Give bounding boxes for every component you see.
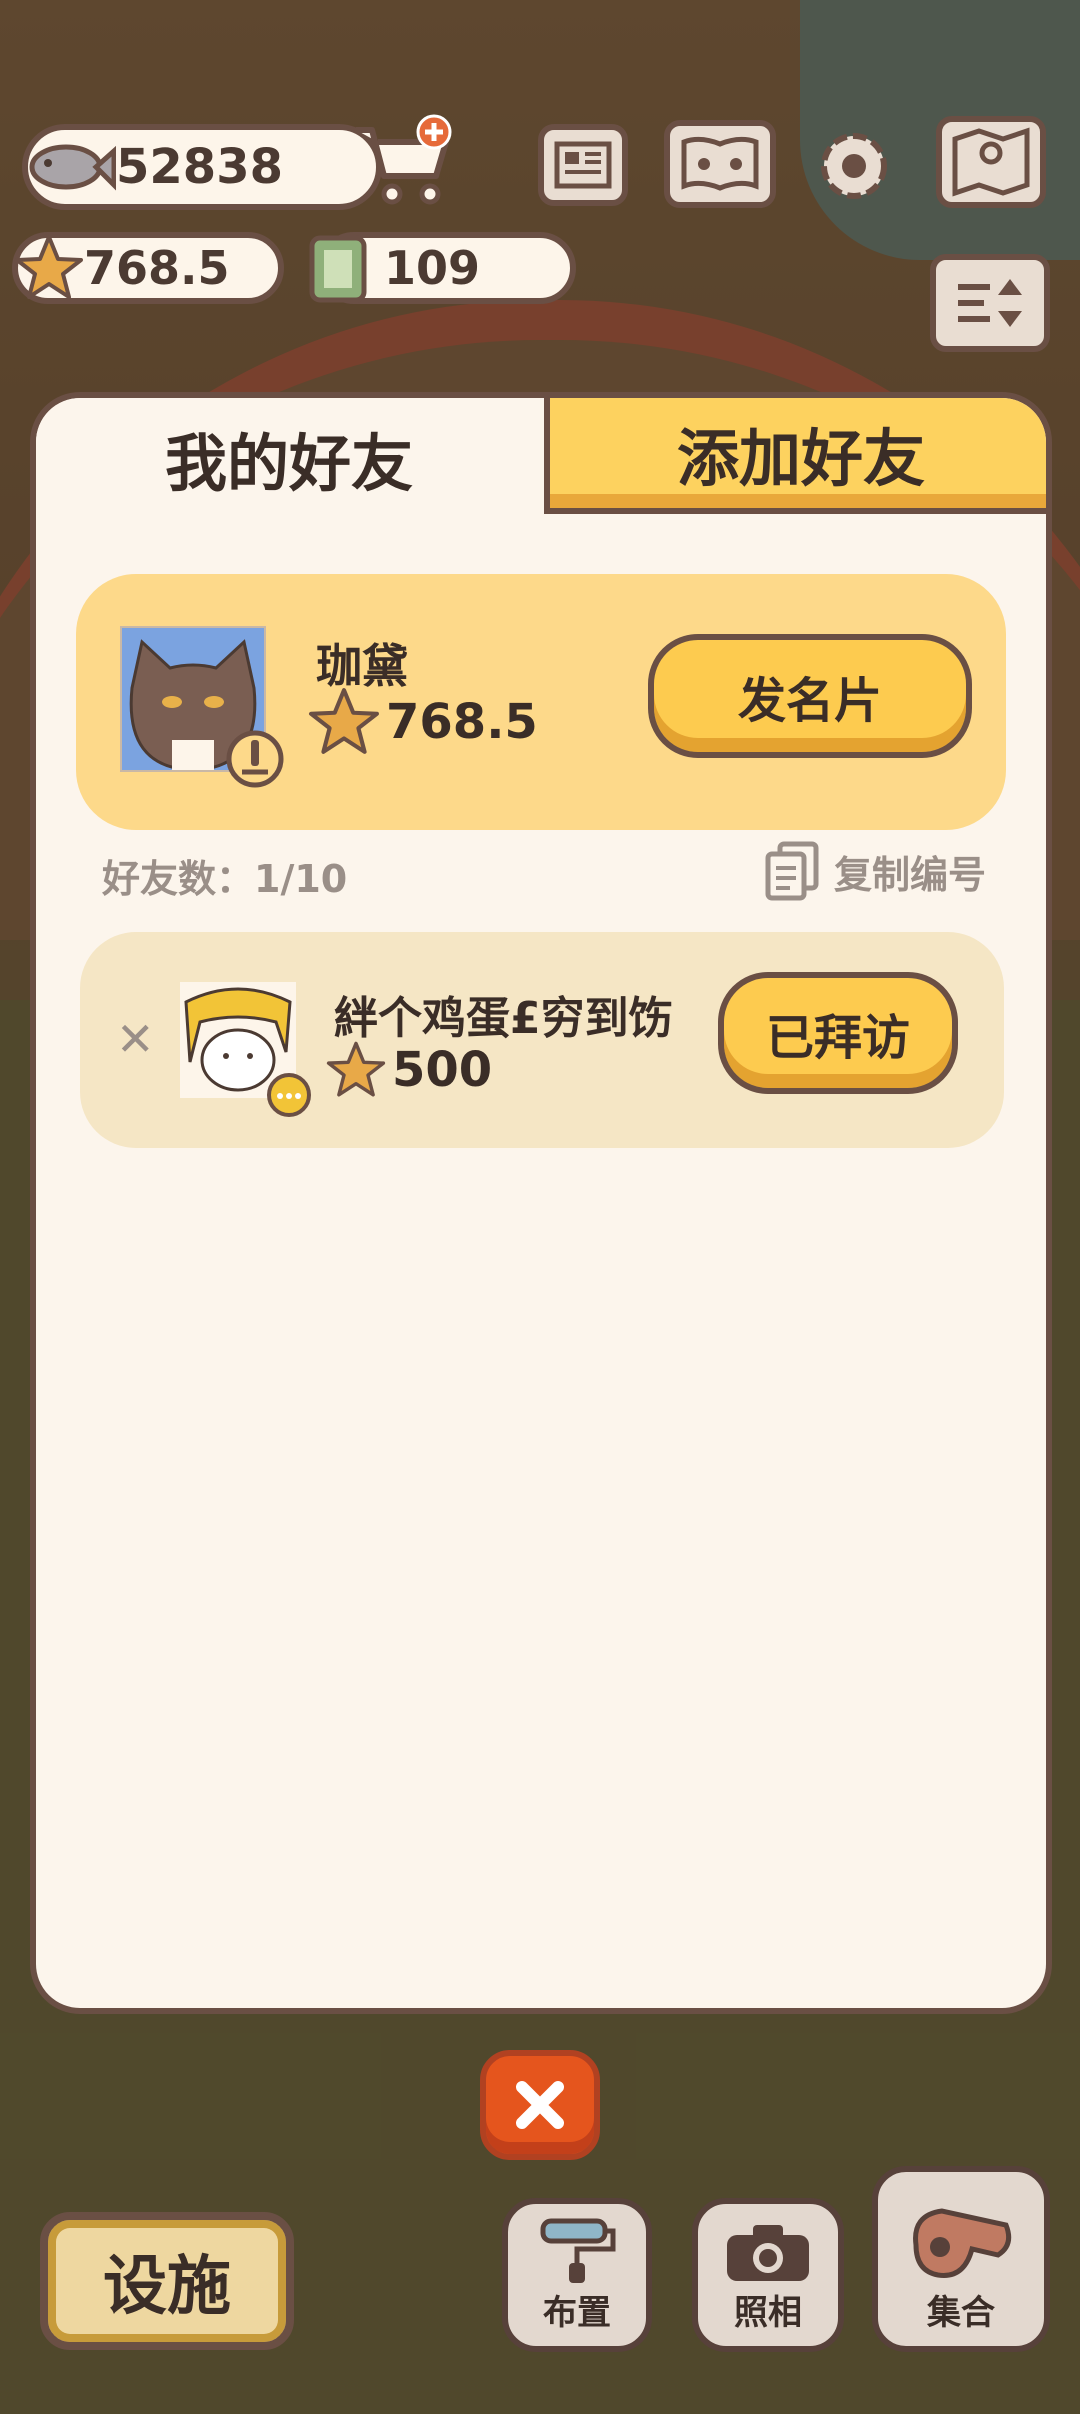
settings-gear-button[interactable] [808, 120, 900, 212]
friend-name: 絆个鸡蛋£穷到饬 [334, 993, 673, 1044]
star-currency: 768.5 [12, 232, 284, 304]
chat-bubble-icon [267, 1073, 311, 1117]
ticket-currency: 109 [309, 232, 576, 304]
my-score: 768.5 [308, 686, 538, 758]
my-profile-card: 珈黛 768.5 发名片 [76, 574, 1006, 830]
layout-label: 布置 [543, 2293, 611, 2333]
star-icon [15, 235, 83, 299]
fish-currency: 52838 [22, 124, 382, 210]
sort-arrows-icon [958, 279, 1022, 327]
close-panel-button[interactable] [480, 2050, 600, 2160]
shop-cart-button[interactable] [350, 112, 456, 214]
newspaper-icon [554, 141, 612, 189]
photo-label: 照相 [734, 2293, 802, 2333]
star-icon [309, 688, 379, 754]
copy-id-label: 复制编号 [833, 852, 986, 897]
catbook-button[interactable] [664, 120, 776, 208]
friend-score: 500 [326, 1040, 492, 1100]
send-card-button[interactable]: 发名片 [648, 634, 972, 758]
layout-button[interactable]: 布置 [502, 2198, 652, 2352]
paw-book-icon [681, 136, 759, 191]
remove-friend-button[interactable]: ✕ [116, 1012, 155, 1066]
friend-score-value: 500 [392, 1042, 493, 1098]
tab-my-friends[interactable]: 我的好友 [36, 398, 542, 518]
star-count: 768.5 [84, 241, 230, 295]
news-button[interactable] [538, 124, 628, 206]
gather-label: 集合 [927, 2293, 995, 2333]
tab-add-friend[interactable]: 添加好友 [544, 398, 1046, 514]
star-icon [326, 1041, 386, 1097]
pen-badge-icon [226, 730, 284, 788]
friend-row: ✕ 絆个鸡蛋£穷到饬 500 已拜访 [80, 932, 1004, 1148]
fish-icon [29, 144, 116, 191]
facility-button[interactable]: 设施 [40, 2212, 294, 2350]
copy-id-button[interactable]: 复制编号 [764, 840, 986, 902]
map-pin-icon [952, 127, 1030, 197]
ticket-icon [309, 235, 367, 303]
friend-count: 好友数：1/10 [102, 857, 348, 901]
sort-button[interactable] [930, 254, 1050, 352]
photo-button[interactable]: 照相 [692, 2198, 844, 2352]
tab-add-friend-label: 添加好友 [676, 422, 925, 495]
gather-button[interactable]: 集合 [872, 2166, 1050, 2352]
whistle-icon [913, 2208, 1012, 2278]
send-card-label: 发名片 [737, 673, 882, 729]
close-icon [516, 2081, 564, 2129]
tab-my-friends-label: 我的好友 [164, 427, 413, 500]
friends-panel: 我的好友 添加好友 珈黛 768.5 发名片 好友数：1/10 复制编号 ✕ 絆… [30, 392, 1052, 2014]
fish-count: 52838 [116, 139, 283, 195]
paint-roller-icon [540, 2218, 616, 2283]
facility-label: 设施 [103, 2250, 231, 2324]
map-button[interactable] [936, 116, 1046, 208]
visited-label: 已拜访 [765, 1010, 910, 1066]
copy-document-icon [765, 841, 819, 901]
camera-icon [727, 2225, 809, 2281]
ticket-count: 109 [384, 241, 481, 295]
visited-button[interactable]: 已拜访 [718, 972, 958, 1094]
my-score-value: 768.5 [386, 694, 538, 750]
